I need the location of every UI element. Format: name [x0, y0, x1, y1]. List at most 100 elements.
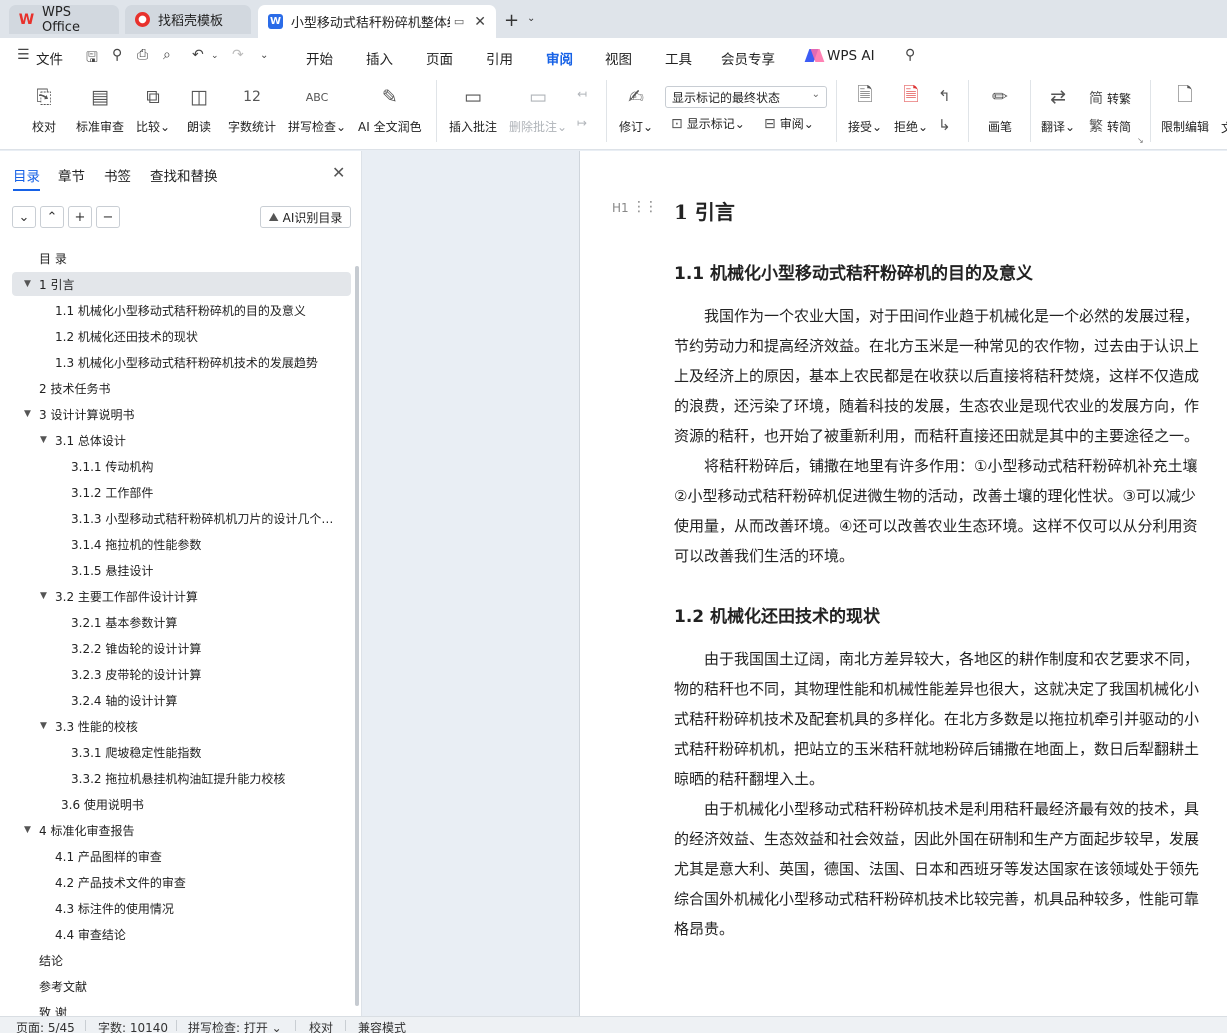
compare-button[interactable]: ⧉ 比较⌄ — [136, 84, 170, 144]
toc-expand-arrow-icon[interactable]: ▼ — [24, 409, 31, 419]
toc-item[interactable]: 3.2.4 轴的设计计算 — [12, 688, 351, 712]
drag-handle-icon[interactable]: ⋮⋮ — [632, 199, 658, 215]
toc-item[interactable]: 参考文献 — [12, 974, 351, 998]
insert-comment-button[interactable]: ▭ 插入批注 — [449, 84, 497, 144]
document-permission-label[interactable]: 文 — [1221, 119, 1227, 136]
toc-item[interactable]: 1.3 机械化小型移动式秸秆粉碎机技术的发展趋势 — [12, 350, 351, 374]
print-icon[interactable]: ⎙ — [137, 47, 148, 63]
menu-wps-ai[interactable]: WPS AI — [827, 48, 875, 64]
nav-tab-toc[interactable]: 目录 — [13, 165, 40, 191]
menu-file[interactable]: 文件 — [36, 48, 63, 68]
tab-wps-office[interactable]: W WPS Office — [9, 5, 119, 35]
hamburger-icon[interactable]: ☰ — [17, 47, 30, 63]
toc-item[interactable]: 2 技术任务书 — [12, 376, 351, 400]
tab-list-chevron-icon[interactable]: ⌄ — [527, 13, 535, 24]
show-markup-button[interactable]: ⊡ 显示标记 ⌄ — [671, 115, 745, 132]
toc-item[interactable]: 3.1.1 传动机构 — [12, 454, 351, 478]
restrict-edit-button[interactable]: 🗋 限制编辑 — [1161, 84, 1209, 144]
track-changes-button[interactable]: ✍ 修订⌄ — [619, 84, 653, 144]
more-chevron-icon[interactable]: ⌄ — [260, 50, 268, 61]
standard-review-button[interactable]: ▤ 标准审查 — [76, 84, 124, 144]
toc-item[interactable]: 3.6 使用说明书 — [12, 792, 351, 816]
menu-home[interactable]: 开始 — [306, 48, 333, 68]
nav-tab-find-replace[interactable]: 查找和替换 — [150, 165, 218, 185]
accept-button[interactable]: 🗎 接受⌄ — [848, 84, 882, 144]
page-indicator[interactable]: 页面: 5/45 — [16, 1019, 75, 1033]
toc-item[interactable]: ▼ 3.2 主要工作部件设计计算 — [12, 584, 351, 608]
tab-daoke-templates[interactable]: ● 找稻壳模板 — [125, 5, 251, 34]
review-pane-button[interactable]: ⊟ 审阅 ⌄ — [764, 115, 814, 132]
toc-item[interactable]: ▼ 3 设计计算说明书 — [12, 402, 351, 426]
search-icon[interactable]: ⚲ — [905, 47, 915, 63]
toc-item[interactable]: 4.3 标注件的使用情况 — [12, 896, 351, 920]
spell-check-button[interactable]: ABC 拼写检查⌄ — [288, 84, 346, 144]
close-tab-icon[interactable]: ✕ — [474, 14, 486, 30]
tab-document[interactable]: W 小型移动式秸秆粉碎机整体结 ▭ ✕ — [258, 5, 496, 38]
toc-item[interactable]: 3.1.2 工作部件 — [12, 480, 351, 504]
menu-insert[interactable]: 插入 — [366, 48, 393, 68]
heading-level-marker-icon[interactable]: H1 — [612, 201, 629, 215]
toc-expand-arrow-icon[interactable]: ▼ — [24, 825, 31, 835]
toc-item[interactable]: ▼ 3.1 总体设计 — [12, 428, 351, 452]
toc-item[interactable]: 3.3.1 爬坡稳定性能指数 — [12, 740, 351, 764]
menu-tools[interactable]: 工具 — [665, 48, 692, 68]
toc-item[interactable]: 致 谢 — [12, 1000, 351, 1017]
proofread-button[interactable]: ⎘ 校对 — [31, 84, 57, 144]
dialog-launcher-icon[interactable]: ↘ — [1137, 136, 1144, 145]
toc-item[interactable]: 3.1.5 悬挂设计 — [12, 558, 351, 582]
toc-item[interactable]: 目 录 — [12, 246, 351, 270]
toc-item[interactable]: 3.1.3 小型移动式秸秆粉碎机机刀片的设计几个主要参数 — [12, 506, 351, 530]
toc-item[interactable]: 3.3.2 拖拉机悬挂机构油缸提升能力校核 — [12, 766, 351, 790]
undo-chevron-icon[interactable]: ⌄ — [211, 51, 219, 61]
ai-toc-button[interactable]: ⛰ AI识别目录 — [260, 206, 351, 228]
proofread-indicator[interactable]: 校对 — [309, 1019, 333, 1033]
print-preview-icon[interactable]: ⌕ — [163, 47, 171, 63]
nav-tab-sections[interactable]: 章节 — [58, 165, 85, 185]
toc-item[interactable]: ▼ 4 标准化审查报告 — [12, 818, 351, 842]
collapse-down-button[interactable]: ⌄ — [12, 206, 36, 228]
save-icon[interactable]: 🖫 — [86, 47, 98, 71]
to-simplified-button[interactable]: 繁 转简 — [1089, 116, 1131, 136]
translate-button[interactable]: ⇄ 翻译⌄ — [1041, 84, 1075, 144]
word-count-button[interactable]: 12 字数统计 — [228, 84, 276, 144]
document-page[interactable]: H1 ⋮⋮ 1 引言 1.1 机械化小型移动式秸秆粉碎机的目的及意义 我国作为一… — [580, 151, 1227, 1016]
next-change-icon[interactable]: ↳ — [938, 116, 951, 134]
menu-member[interactable]: 会员专享 — [721, 48, 775, 68]
toc-item[interactable]: 3.1.4 拖拉机的性能参数 — [12, 532, 351, 556]
add-heading-button[interactable]: + — [68, 206, 92, 228]
to-traditional-button[interactable]: 简 转繁 — [1089, 88, 1131, 108]
nav-tab-bookmarks[interactable]: 书签 — [104, 165, 131, 185]
toc-expand-arrow-icon[interactable]: ▼ — [40, 591, 47, 601]
expand-up-button[interactable]: ⌃ — [40, 206, 64, 228]
new-tab-icon[interactable]: + — [504, 10, 519, 31]
toc-item[interactable]: 3.2.3 皮带轮的设计计算 — [12, 662, 351, 686]
undo-icon[interactable]: ↶ — [192, 47, 204, 63]
spell-check-indicator[interactable]: 拼写检查: 打开 ⌄ — [188, 1019, 282, 1033]
menu-page[interactable]: 页面 — [426, 48, 453, 68]
menu-review[interactable]: 审阅 — [546, 48, 573, 76]
toc-item[interactable]: 1.2 机械化还田技术的现状 — [12, 324, 351, 348]
toc-item[interactable]: ▼ 1 引言 — [12, 272, 351, 296]
toc-item[interactable]: 结论 — [12, 948, 351, 972]
toc-expand-arrow-icon[interactable]: ▼ — [40, 435, 47, 445]
reject-button[interactable]: 🗎 拒绝⌄ — [894, 84, 928, 144]
close-icon[interactable]: ✕ — [332, 163, 345, 182]
nav-scrollbar[interactable] — [355, 266, 359, 1006]
share-icon[interactable]: ⚲ — [112, 47, 122, 63]
ai-polish-button[interactable]: ✎ AI 全文润色 — [358, 84, 422, 144]
toc-item[interactable]: 3.2.2 锥齿轮的设计计算 — [12, 636, 351, 660]
menu-view[interactable]: 视图 — [605, 48, 632, 68]
pen-button[interactable]: ✏ 画笔 — [987, 84, 1013, 144]
toc-expand-arrow-icon[interactable]: ▼ — [40, 721, 47, 731]
toc-item[interactable]: 1.1 机械化小型移动式秸秆粉碎机的目的及意义 — [12, 298, 351, 322]
word-count-indicator[interactable]: 字数: 10140 — [98, 1019, 168, 1033]
read-aloud-button[interactable]: ◫ 朗读 — [186, 84, 212, 144]
toc-expand-arrow-icon[interactable]: ▼ — [24, 279, 31, 289]
menu-references[interactable]: 引用 — [486, 48, 513, 68]
toc-item[interactable]: 4.1 产品图样的审查 — [12, 844, 351, 868]
toc-item[interactable]: 4.4 审查结论 — [12, 922, 351, 946]
remove-heading-button[interactable]: − — [96, 206, 120, 228]
toc-item[interactable]: 4.2 产品技术文件的审查 — [12, 870, 351, 894]
markup-mode-select[interactable]: 显示标记的最终状态 ⌄ — [665, 86, 827, 108]
toc-item[interactable]: 3.2.1 基本参数计算 — [12, 610, 351, 634]
